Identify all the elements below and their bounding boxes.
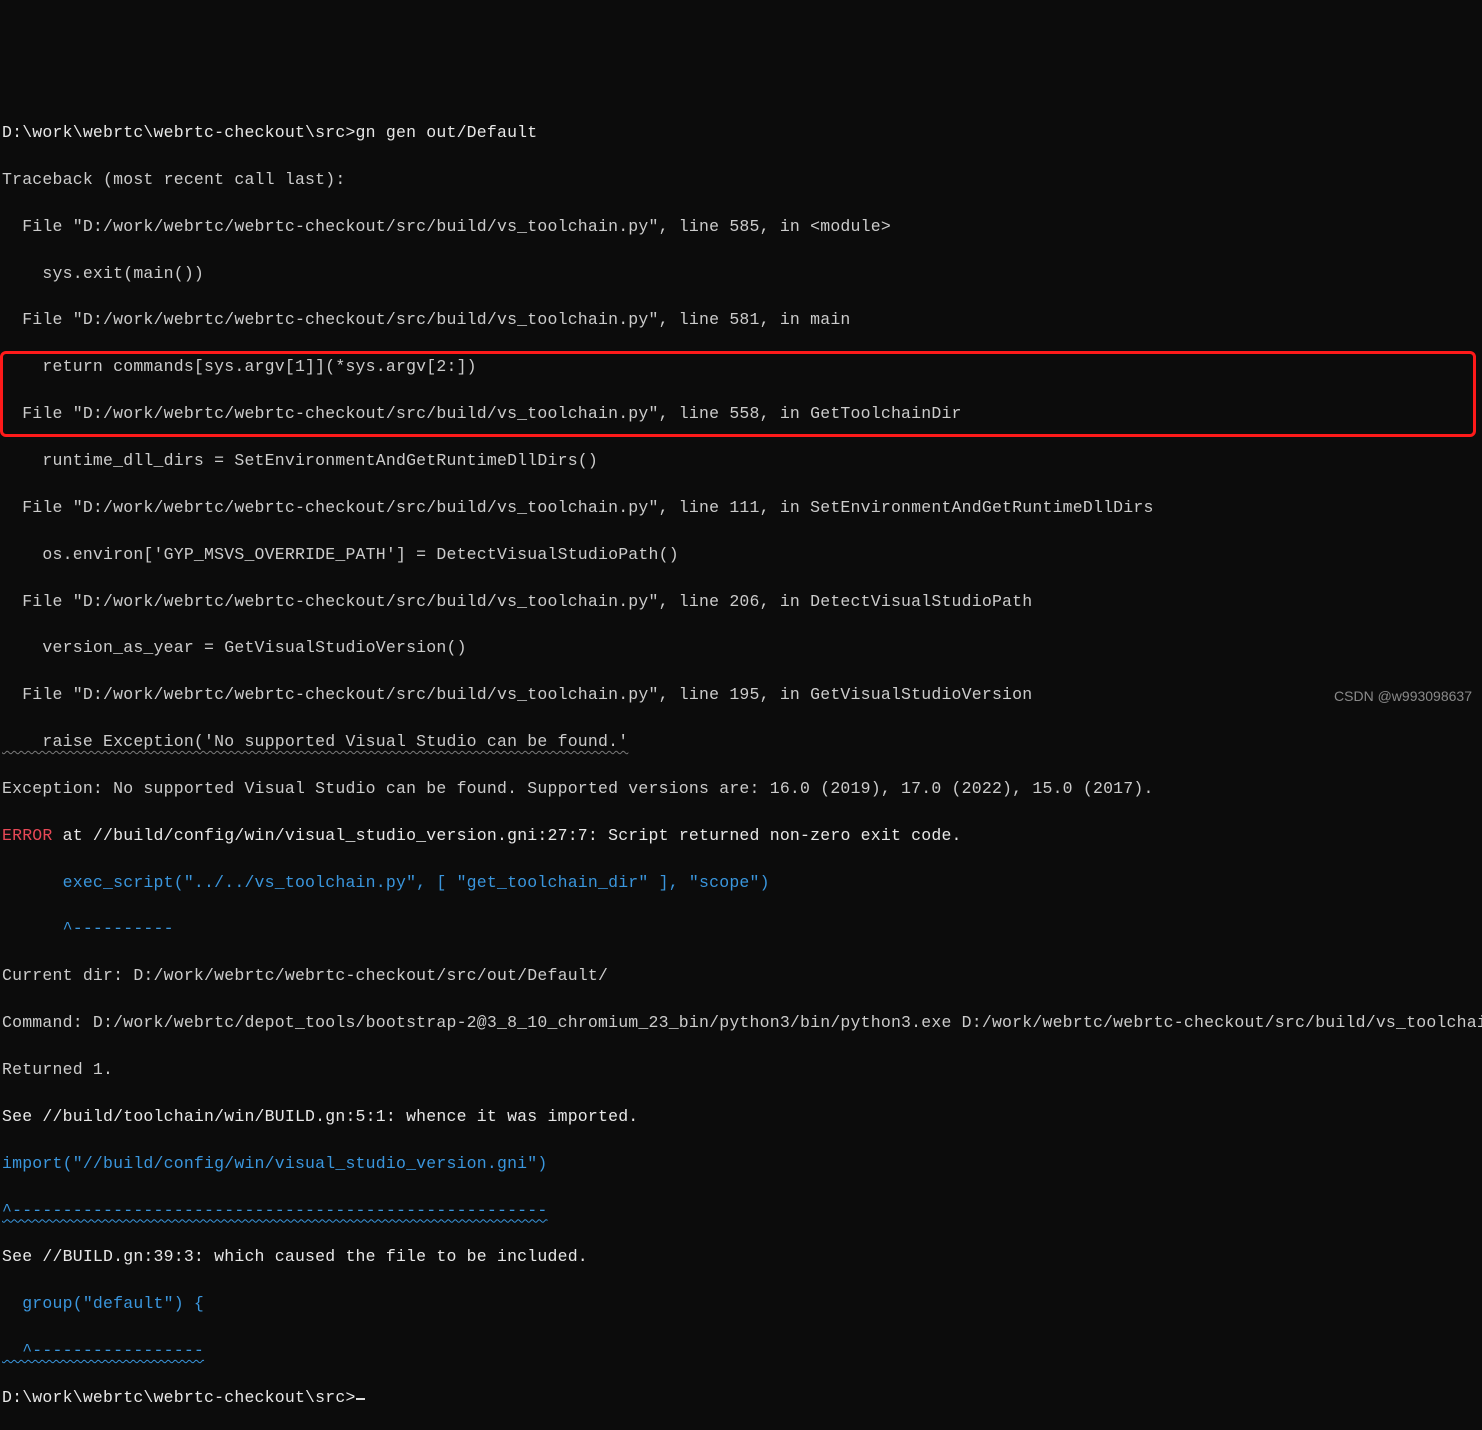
group-line: group("default") { (2, 1292, 1480, 1315)
tb-file: File "D:/work/webrtc/webrtc-checkout/src… (2, 402, 1480, 425)
import-line: import("//build/config/win/visual_studio… (2, 1152, 1480, 1175)
caret-line: ^---------- (2, 917, 1480, 940)
error-label: ERROR (2, 826, 53, 845)
error-line: ERROR at //build/config/win/visual_studi… (2, 824, 1480, 847)
tb-code: os.environ['GYP_MSVS_OVERRIDE_PATH'] = D… (2, 543, 1480, 566)
tb-file: File "D:/work/webrtc/webrtc-checkout/src… (2, 683, 1480, 706)
error-at: at //build/config/win/visual_studio_vers… (53, 826, 962, 845)
exception-line: Exception: No supported Visual Studio ca… (2, 777, 1480, 800)
cursor (356, 1398, 365, 1400)
tb-code: runtime_dll_dirs = SetEnvironmentAndGetR… (2, 449, 1480, 472)
tb-code: version_as_year = GetVisualStudioVersion… (2, 636, 1480, 659)
command-line: D:\work\webrtc\webrtc-checkout\src>gn ge… (2, 121, 1480, 144)
see-line: See //BUILD.gn:39:3: which caused the fi… (2, 1245, 1480, 1268)
terminal-output[interactable]: D:\work\webrtc\webrtc-checkout\src>gn ge… (0, 94, 1482, 1430)
watermark: CSDN @w993098637 (1334, 687, 1472, 707)
see-line: See //build/toolchain/win/BUILD.gn:5:1: … (2, 1105, 1480, 1128)
tb-file: File "D:/work/webrtc/webrtc-checkout/src… (2, 308, 1480, 331)
prompt-text: D:\work\webrtc\webrtc-checkout\src> (2, 1388, 356, 1407)
tb-code: sys.exit(main()) (2, 262, 1480, 285)
tb-code: raise Exception('No supported Visual Stu… (2, 730, 1480, 753)
prompt-line[interactable]: D:\work\webrtc\webrtc-checkout\src> (2, 1386, 1480, 1409)
return-code: Returned 1. (2, 1058, 1480, 1081)
current-dir: Current dir: D:/work/webrtc/webrtc-check… (2, 964, 1480, 987)
tb-code: return commands[sys.argv[1]](*sys.argv[2… (2, 355, 1480, 378)
import-caret: ^---------------------------------------… (2, 1199, 1480, 1222)
traceback-header: Traceback (most recent call last): (2, 168, 1480, 191)
tb-file: File "D:/work/webrtc/webrtc-checkout/src… (2, 496, 1480, 519)
exec-script-line: exec_script("../../vs_toolchain.py", [ "… (2, 871, 1480, 894)
tb-file: File "D:/work/webrtc/webrtc-checkout/src… (2, 215, 1480, 238)
tb-file: File "D:/work/webrtc/webrtc-checkout/src… (2, 590, 1480, 613)
group-caret: ^----------------- (2, 1339, 1480, 1362)
command-detail: Command: D:/work/webrtc/depot_tools/boot… (2, 1011, 1480, 1034)
